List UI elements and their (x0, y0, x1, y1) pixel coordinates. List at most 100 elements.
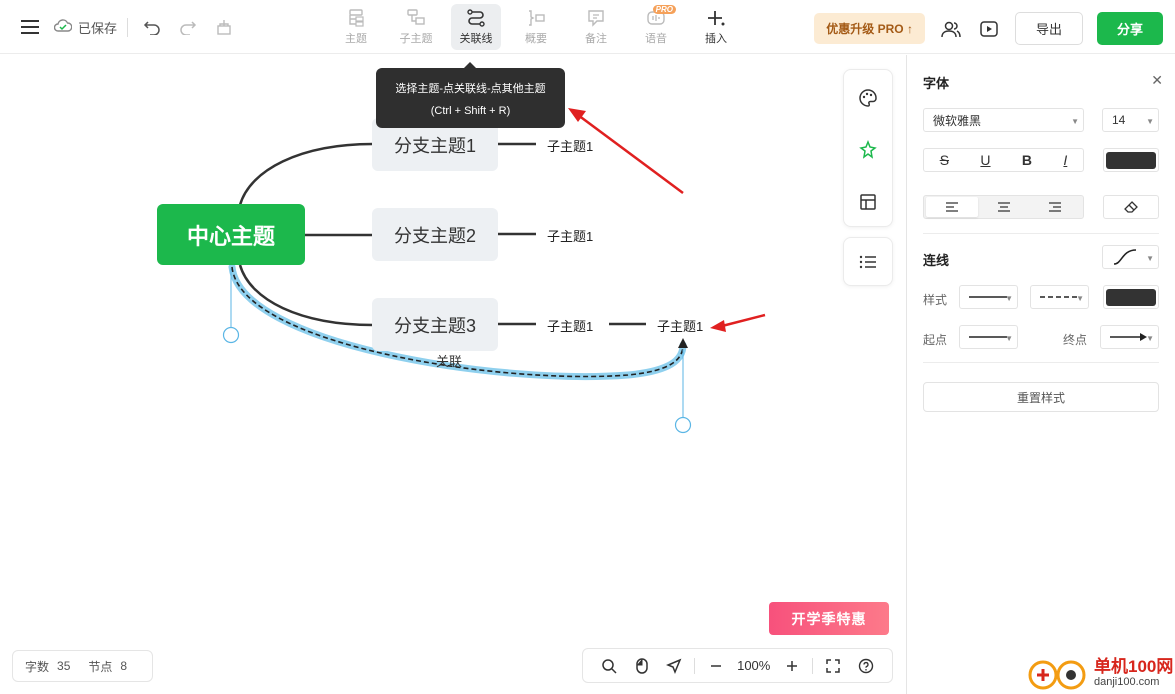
menu-icon[interactable] (18, 15, 42, 39)
locate-navigation-icon[interactable] (658, 658, 690, 674)
mouse-mode-icon[interactable] (625, 657, 657, 674)
chevron-down-icon: ▼ (1076, 294, 1084, 303)
promo-banner[interactable]: 开学季特惠 (769, 602, 889, 635)
subtopic-icon (407, 8, 425, 25)
dashed-line-icon (1040, 296, 1078, 298)
tool-insert[interactable]: 插入 (686, 4, 746, 50)
chevron-down-icon: ▼ (1005, 294, 1013, 303)
line-section-title: 连线 (923, 253, 950, 268)
branch-topic-3[interactable]: 分支主题3 (372, 298, 498, 351)
insert-plus-icon (708, 10, 725, 25)
font-color-picker[interactable] (1103, 148, 1159, 172)
tool-voice[interactable]: PRO 语音 (626, 4, 686, 50)
tool-subtopic[interactable]: 子主题 (386, 4, 446, 50)
connector-center-branch3 (238, 264, 374, 327)
start-point-select[interactable]: ▼ (959, 325, 1018, 349)
font-family-select[interactable]: 微软雅黑 ▼ (923, 108, 1084, 132)
share-button[interactable]: 分享 (1096, 12, 1163, 45)
topic-icon (349, 8, 364, 27)
subtopic-1-1[interactable]: 子主题1 (547, 136, 593, 155)
subtopic-3-1[interactable]: 子主题1 (547, 316, 593, 335)
line-color-picker[interactable] (1103, 285, 1159, 309)
tooltip-line-2: (Ctrl + Shift + R) (430, 105, 511, 117)
pro-badge: PRO (652, 5, 676, 14)
connector-center-branch1 (238, 142, 374, 206)
theme-palette-icon[interactable] (844, 74, 892, 122)
chevron-down-icon: ▼ (1071, 117, 1079, 126)
save-status: 已保存 (53, 17, 129, 37)
relation-arrowhead (678, 338, 688, 348)
node-count-value: 8 (120, 659, 128, 673)
chevron-down-icon: ▼ (1146, 334, 1154, 343)
zoom-out-icon[interactable] (699, 660, 731, 672)
font-size-value: 14 (1112, 113, 1126, 127)
format-painter-icon[interactable] (212, 15, 236, 39)
subtopic-2-1[interactable]: 子主题1 (547, 226, 593, 245)
document-stats: 字数 35 节点 8 (12, 650, 153, 682)
toolbar-divider (694, 657, 696, 674)
outline-list-icon[interactable] (843, 237, 893, 286)
reset-style-button[interactable]: 重置样式 (923, 382, 1159, 412)
align-right-icon[interactable] (1029, 197, 1081, 217)
tool-relation-line[interactable]: 关联线 (451, 4, 501, 50)
control-handle-start (222, 326, 240, 344)
branch-topic-2[interactable]: 分支主题2 (372, 208, 498, 261)
end-point-select[interactable]: ▼ (1100, 325, 1159, 349)
line-shape-select[interactable]: ▼ (1102, 245, 1159, 269)
underline-icon[interactable]: U (980, 152, 990, 168)
cloud-check-icon (53, 18, 73, 36)
strikethrough-icon[interactable]: S (940, 152, 949, 168)
central-topic[interactable]: 中心主题 (157, 204, 305, 265)
chevron-down-icon: ▼ (1146, 117, 1154, 126)
line-dash-select[interactable]: ▼ (1030, 285, 1089, 309)
tool-summary[interactable]: 概要 (506, 4, 566, 50)
start-point-label: 起点 (923, 333, 948, 347)
section-divider (923, 362, 1159, 363)
tool-topic[interactable]: 主题 (326, 4, 386, 50)
font-size-select[interactable]: 14 ▼ (1102, 108, 1159, 132)
tool-note[interactable]: 备注 (566, 4, 626, 50)
fit-screen-icon[interactable] (817, 658, 849, 673)
mindmap-canvas[interactable]: 中心主题 分支主题1 分支主题2 分支主题3 子主题1 子主题1 子主题1 子主… (0, 55, 906, 694)
zoom-level[interactable]: 100% (732, 658, 776, 673)
presentation-play-icon[interactable] (977, 17, 1001, 41)
zoom-in-icon[interactable] (776, 660, 808, 672)
upgrade-pro-button[interactable]: 优惠升级 PRO ↑ (814, 13, 925, 44)
section-divider (923, 233, 1159, 234)
help-icon[interactable] (850, 658, 882, 674)
red-arrow-tooltip (577, 113, 684, 195)
tooltip-line-1: 选择主题-点关联线-点其他主题 (395, 83, 546, 95)
tool-voice-label: 语音 (645, 32, 667, 45)
italic-icon[interactable]: I (1063, 152, 1067, 168)
align-center-icon[interactable] (978, 197, 1030, 217)
close-icon[interactable]: ✕ (1151, 72, 1163, 89)
export-button[interactable]: 导出 (1014, 12, 1083, 45)
tool-note-label: 备注 (585, 32, 607, 45)
toolbar-left: 已保存 (18, 14, 236, 40)
insert-tools: 主题 子主题 关联线 概要 备注 PRO 语音 插入 (326, 4, 746, 50)
bold-icon[interactable]: B (1022, 152, 1032, 168)
line-style-label: 样式 (923, 293, 948, 307)
font-section-title: 字体 (923, 76, 950, 91)
red-arrow-subtopic (721, 313, 766, 328)
search-icon[interactable] (593, 658, 625, 674)
arrow-end-icon (1110, 333, 1147, 341)
undo-icon[interactable] (140, 15, 164, 39)
layout-structure-icon[interactable] (844, 178, 892, 226)
line-solid-select[interactable]: ▼ (959, 285, 1018, 309)
style-sparkle-icon[interactable] (844, 126, 892, 174)
tool-insert-label: 插入 (705, 32, 727, 45)
top-toolbar: 已保存 主题 子主题 关联线 概要 备注 PRO 语音 插入 优惠升级 PRO … (0, 0, 1175, 54)
subtopic-3-2[interactable]: 子主题1 (657, 316, 703, 335)
redo-icon[interactable] (176, 15, 200, 39)
tool-relation-line-label: 关联线 (459, 32, 493, 45)
summary-icon (529, 9, 545, 26)
align-left-icon[interactable] (926, 197, 978, 217)
relation-label[interactable]: 关联 (436, 351, 462, 370)
site-watermark: 单机100网 danji100.com (1026, 656, 1173, 690)
end-point-label: 终点 (1063, 333, 1088, 347)
start-line-icon (969, 336, 1007, 338)
watermark-text: 单机100网 danji100.com (1094, 658, 1173, 689)
clear-format-eraser-icon[interactable] (1103, 195, 1159, 219)
collaborate-users-icon[interactable] (939, 17, 963, 41)
